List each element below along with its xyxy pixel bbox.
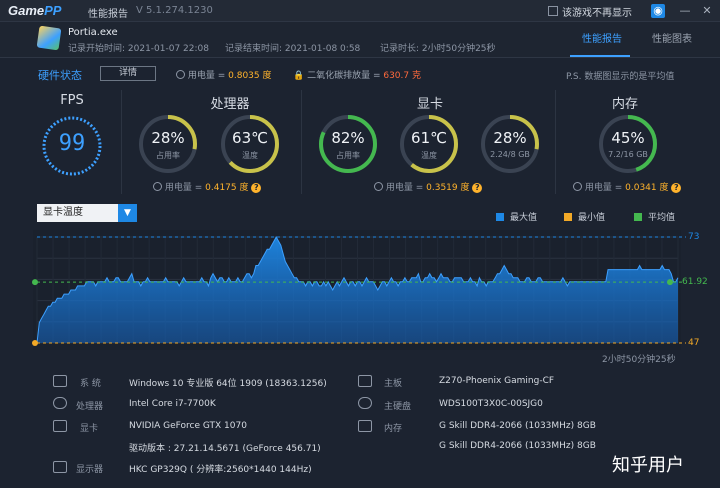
duration-axis-label: 2小时50分钟25秒 bbox=[602, 355, 676, 365]
os-label: 系 统 bbox=[80, 379, 101, 389]
cpu-label: 处理器 bbox=[76, 402, 104, 412]
ram-value-1: G Skill DDR4-2066 (1033MHz) 8GB bbox=[439, 421, 596, 431]
cpu-value: Intel Core i7-7700K bbox=[129, 399, 216, 409]
avg-marker bbox=[667, 279, 673, 286]
watermark: 知乎用户 bbox=[612, 455, 684, 476]
disk-label: 主硬盘 bbox=[384, 402, 412, 412]
motherboard-icon bbox=[358, 375, 372, 387]
ram-value-2: G Skill DDR4-2066 (1033MHz) 8GB bbox=[439, 441, 596, 451]
windows-icon bbox=[53, 375, 67, 387]
min-marker bbox=[32, 340, 38, 346]
os-value: Windows 10 专业版 64位 1909 (18363.1256) bbox=[129, 379, 327, 389]
display-value: HKC GP329Q ( 分辨率:2560*1440 144Hz) bbox=[129, 465, 312, 475]
driver-value: 驱动版本 : 27.21.14.5671 (GeForce 456.71) bbox=[129, 444, 321, 454]
board-label: 主板 bbox=[384, 379, 403, 389]
monitor-icon bbox=[53, 461, 67, 473]
board-value: Z270-Phoenix Gaming-CF bbox=[439, 376, 555, 386]
max-value-label: 73 bbox=[688, 232, 700, 242]
gpu-temp-chart bbox=[32, 230, 686, 350]
display-label: 显示器 bbox=[76, 465, 104, 475]
disk-icon bbox=[358, 397, 372, 409]
gpu-label: 显卡 bbox=[80, 424, 99, 434]
disk-value: WDS100T3X0C-00SJG0 bbox=[439, 399, 543, 409]
ram-icon bbox=[358, 420, 372, 432]
gpu-value: NVIDIA GeForce GTX 1070 bbox=[129, 421, 247, 431]
avg-marker bbox=[32, 279, 38, 286]
min-value-label: 47 bbox=[688, 338, 700, 348]
ram-label: 内存 bbox=[384, 424, 403, 434]
avg-value-label: 61.92 bbox=[682, 277, 708, 287]
gpu-icon bbox=[53, 420, 67, 432]
cpu-icon bbox=[53, 397, 67, 409]
